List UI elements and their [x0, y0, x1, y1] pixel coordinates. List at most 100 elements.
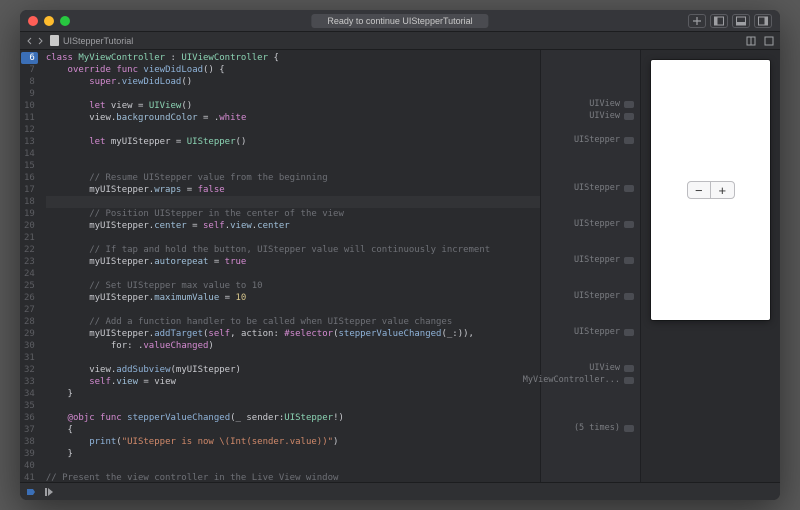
line-number: 6: [21, 52, 38, 64]
result-annotation[interactable]: (5 times): [574, 422, 634, 434]
quicklook-icon[interactable]: [624, 425, 634, 432]
line-number: 8: [24, 76, 35, 88]
results-sidebar: UIViewUIView UIStepper UIStepper UIStepper U…: [540, 50, 640, 482]
result-annotation[interactable]: UIStepper: [574, 254, 634, 266]
result-annotation[interactable]: UIStepper: [574, 182, 634, 194]
quicklook-icon[interactable]: [624, 257, 634, 264]
code-line[interactable]: class MyViewController : UIViewControlle…: [46, 52, 540, 64]
line-number: 40: [24, 460, 35, 472]
code-line[interactable]: [46, 400, 540, 412]
code-line[interactable]: // Position UIStepper in the center of t…: [46, 208, 540, 220]
code-line[interactable]: view.backgroundColor = .white: [46, 112, 540, 124]
result-annotation[interactable]: UIView: [589, 110, 634, 122]
toggle-left-panel-button[interactable]: [710, 14, 728, 28]
quicklook-icon[interactable]: [624, 221, 634, 228]
line-number: 16: [24, 172, 35, 184]
code-line[interactable]: [46, 460, 540, 472]
result-annotation[interactable]: UIView: [589, 98, 634, 110]
code-line[interactable]: [46, 304, 540, 316]
toggle-bottom-panel-button[interactable]: [732, 14, 750, 28]
nav-forward-icon[interactable]: [36, 37, 44, 45]
source-editor[interactable]: 6789101112131415161718192021222324252627…: [20, 50, 640, 482]
code-line[interactable]: myUIStepper.autorepeat = true: [46, 256, 540, 268]
line-number: 22: [24, 244, 35, 256]
add-panel-button[interactable]: [688, 14, 706, 28]
code-line[interactable]: self.view = view: [46, 376, 540, 388]
code-line[interactable]: // Add a function handler to be called w…: [46, 316, 540, 328]
code-line[interactable]: [46, 148, 540, 160]
quicklook-icon[interactable]: [624, 377, 634, 384]
continue-icon[interactable]: [44, 487, 54, 497]
line-number: 29: [24, 328, 35, 340]
xcode-window: Ready to continue UIStepperTutorial UISt…: [20, 10, 780, 500]
code-line[interactable]: override func viewDidLoad() {: [46, 64, 540, 76]
quicklook-icon[interactable]: [624, 137, 634, 144]
line-number: 17: [24, 184, 35, 196]
code-line[interactable]: {: [46, 424, 540, 436]
code-line[interactable]: view.addSubview(myUIStepper): [46, 364, 540, 376]
code-line[interactable]: [46, 232, 540, 244]
quicklook-icon[interactable]: [624, 365, 634, 372]
result-annotation[interactable]: UIStepper: [574, 218, 634, 230]
code-line[interactable]: [46, 352, 540, 364]
code-line[interactable]: [46, 196, 540, 208]
result-annotation[interactable]: UIStepper: [574, 326, 634, 338]
close-icon[interactable]: [28, 16, 38, 26]
result-annotation[interactable]: UIStepper: [574, 290, 634, 302]
toggle-right-panel-button[interactable]: [754, 14, 772, 28]
result-label: UIStepper: [574, 134, 620, 146]
line-number: 31: [24, 352, 35, 364]
code-line[interactable]: @objc func stepperValueChanged(_ sender:…: [46, 412, 540, 424]
code-line[interactable]: // If tap and hold the button, UIStepper…: [46, 244, 540, 256]
code-line[interactable]: [46, 124, 540, 136]
debug-bar: [20, 482, 780, 500]
quicklook-icon[interactable]: [624, 329, 634, 336]
stepper-decrement-button[interactable]: −: [688, 182, 712, 198]
code-line[interactable]: [46, 88, 540, 100]
breakpoint-toggle-icon[interactable]: [26, 487, 36, 497]
line-number: 7: [24, 64, 35, 76]
line-number: 19: [24, 208, 35, 220]
result-annotation[interactable]: UIView: [523, 362, 634, 374]
code-line[interactable]: for: .valueChanged): [46, 340, 540, 352]
jump-bar-path[interactable]: UIStepperTutorial: [50, 35, 133, 46]
panel-right-icon: [758, 16, 768, 26]
code-content[interactable]: class MyViewController : UIViewControlle…: [40, 50, 540, 482]
zoom-icon[interactable]: [60, 16, 70, 26]
code-line[interactable]: super.viewDidLoad(): [46, 76, 540, 88]
code-line[interactable]: // Resume UIStepper value from the begin…: [46, 172, 540, 184]
line-number: 18: [24, 196, 35, 208]
add-editor-icon[interactable]: [764, 36, 774, 46]
stepper-increment-button[interactable]: +: [711, 182, 734, 198]
line-number: 28: [24, 316, 35, 328]
code-line[interactable]: let view = UIView(): [46, 100, 540, 112]
code-line[interactable]: print("UIStepper is now \(Int(sender.val…: [46, 436, 540, 448]
line-number: 30: [24, 340, 35, 352]
minimize-icon[interactable]: [44, 16, 54, 26]
code-line[interactable]: myUIStepper.maximumValue = 10: [46, 292, 540, 304]
code-line[interactable]: }: [46, 448, 540, 460]
code-line[interactable]: // Present the view controller in the Li…: [46, 472, 540, 482]
quicklook-icon[interactable]: [624, 113, 634, 120]
line-number: 38: [24, 436, 35, 448]
line-number: 11: [24, 112, 35, 124]
quicklook-icon[interactable]: [624, 293, 634, 300]
code-line[interactable]: }: [46, 388, 540, 400]
line-number: 9: [24, 88, 35, 100]
code-line[interactable]: // Set UIStepper max value to 10: [46, 280, 540, 292]
quicklook-icon[interactable]: [624, 101, 634, 108]
code-line[interactable]: let myUIStepper = UIStepper(): [46, 136, 540, 148]
result-annotation[interactable]: UIStepper: [574, 134, 634, 146]
line-number: 39: [24, 448, 35, 460]
code-line[interactable]: [46, 160, 540, 172]
code-line[interactable]: [46, 268, 540, 280]
counterpart-icon[interactable]: [746, 36, 756, 46]
result-annotation[interactable]: MyViewController...: [523, 374, 634, 386]
code-line[interactable]: myUIStepper.addTarget(self, action: #sel…: [46, 328, 540, 340]
code-line[interactable]: myUIStepper.center = self.view.center: [46, 220, 540, 232]
ui-stepper[interactable]: − +: [687, 181, 735, 199]
line-number: 12: [24, 124, 35, 136]
code-line[interactable]: myUIStepper.wraps = false: [46, 184, 540, 196]
nav-back-icon[interactable]: [26, 37, 34, 45]
quicklook-icon[interactable]: [624, 185, 634, 192]
